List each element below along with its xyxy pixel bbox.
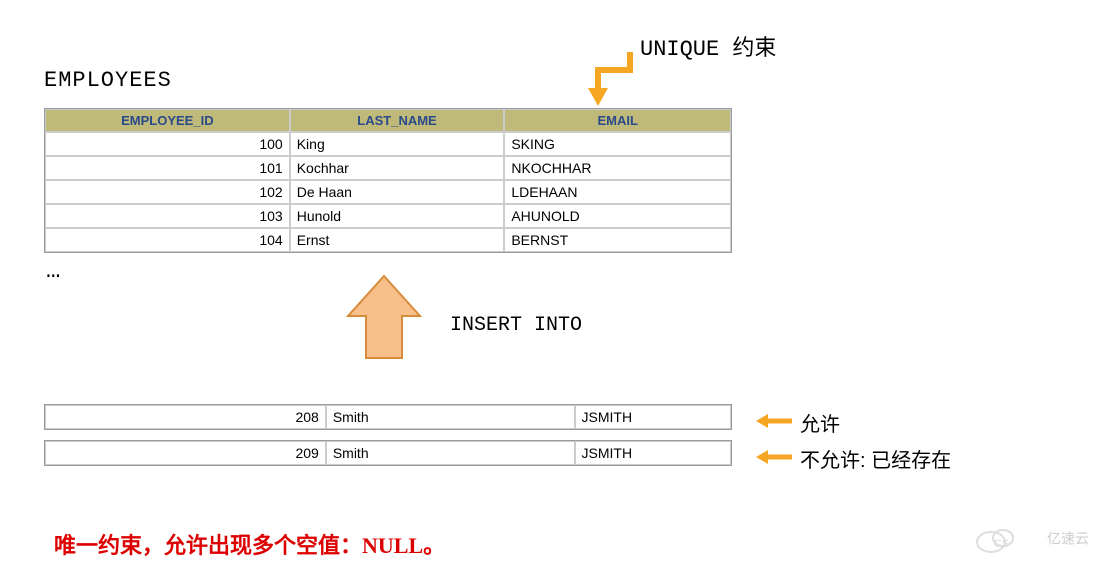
cell-email: NKOCHHAR (504, 156, 731, 180)
left-arrow-icon (756, 448, 792, 466)
cell-id: 103 (45, 204, 290, 228)
cell-email: JSMITH (575, 441, 731, 465)
table-row: 104 Ernst BERNST (45, 228, 731, 252)
table-row: 101 Kochhar NKOCHHAR (45, 156, 731, 180)
col-header-email: EMAIL (504, 109, 731, 132)
down-arrow-icon (580, 48, 640, 110)
cell-id: 104 (45, 228, 290, 252)
table-row: 100 King SKING (45, 132, 731, 156)
employees-table: EMPLOYEE_ID LAST_NAME EMAIL 100 King SKI… (44, 108, 732, 253)
table-row: 208 Smith JSMITH (45, 405, 731, 429)
ellipsis: … (46, 258, 60, 285)
col-header-employee-id: EMPLOYEE_ID (45, 109, 290, 132)
insert-into-label: INSERT INTO (450, 314, 582, 337)
footer-note: 唯一约束，允许出现多个空值：NULL。 (54, 528, 445, 560)
cell-name: Smith (326, 441, 575, 465)
cell-id: 102 (45, 180, 290, 204)
watermark-text: 亿速云 (1047, 531, 1089, 547)
cell-name: Kochhar (290, 156, 505, 180)
cell-name: Smith (326, 405, 575, 429)
cloud-logo-icon (973, 526, 1043, 554)
cell-id: 208 (45, 405, 326, 429)
cell-email: LDEHAAN (504, 180, 731, 204)
table-title: EMPLOYEES (44, 68, 172, 93)
cell-name: Ernst (290, 228, 505, 252)
table-row: 103 Hunold AHUNOLD (45, 204, 731, 228)
allowed-label: 允许 (800, 408, 840, 437)
table-row: 102 De Haan LDEHAAN (45, 180, 731, 204)
cell-email: JSMITH (575, 405, 731, 429)
cell-email: BERNST (504, 228, 731, 252)
cell-name: De Haan (290, 180, 505, 204)
cell-email: AHUNOLD (504, 204, 731, 228)
unique-constraint-label: UNIQUE 约束 (640, 30, 776, 62)
cell-name: King (290, 132, 505, 156)
cell-id: 101 (45, 156, 290, 180)
not-allowed-label: 不允许: 已经存在 (800, 444, 951, 473)
table-row: 209 Smith JSMITH (45, 441, 731, 465)
insert-row-table: 209 Smith JSMITH (44, 440, 732, 466)
up-arrow-icon (344, 272, 424, 364)
table-header-row: EMPLOYEE_ID LAST_NAME EMAIL (45, 109, 731, 132)
watermark: 亿速云 (973, 526, 1089, 554)
col-header-last-name: LAST_NAME (290, 109, 505, 132)
cell-id: 209 (45, 441, 326, 465)
cell-email: SKING (504, 132, 731, 156)
cell-name: Hunold (290, 204, 505, 228)
left-arrow-icon (756, 412, 792, 430)
cell-id: 100 (45, 132, 290, 156)
insert-row-table: 208 Smith JSMITH (44, 404, 732, 430)
